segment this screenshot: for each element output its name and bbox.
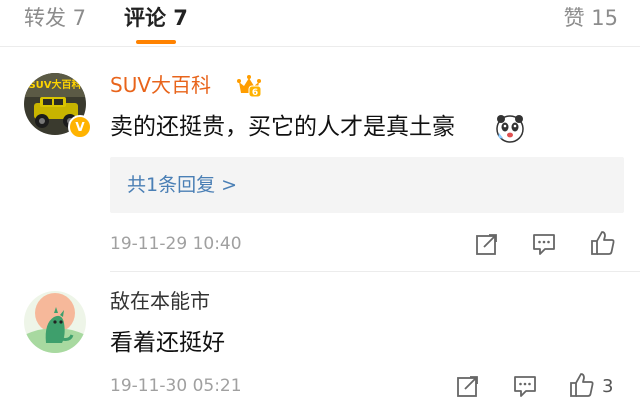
- view-replies-link[interactable]: 共1条回复 >: [127, 172, 237, 198]
- svg-text:6: 6: [252, 88, 258, 98]
- comment-timestamp: 19-11-29 10:40: [110, 234, 242, 254]
- comment-divider: [110, 271, 640, 272]
- tab-likes[interactable]: 赞 15: [564, 4, 618, 32]
- tab-comments[interactable]: 评论 7: [124, 4, 188, 32]
- vip-crown-icon: 6: [237, 75, 262, 98]
- comment-icon[interactable]: [531, 231, 557, 257]
- svg-text:SUV大百科: SUV大百科: [28, 78, 81, 91]
- username[interactable]: 敌在本能市: [110, 288, 210, 314]
- comment-page: 转发 7 评论 7 赞 15 SUV大百科 V SUV大百科 6 卖的还挺贵，买…: [0, 0, 640, 400]
- comment-timestamp: 19-11-30 05:21: [110, 376, 242, 396]
- username[interactable]: SUV大百科: [110, 72, 211, 98]
- avatar-image: [24, 291, 86, 353]
- share-icon[interactable]: [455, 373, 481, 399]
- like-count: 3: [602, 376, 614, 397]
- like-icon[interactable]: [568, 371, 596, 399]
- share-icon[interactable]: [474, 231, 500, 257]
- comment-icon[interactable]: [512, 373, 538, 399]
- active-tab-indicator: [136, 40, 176, 44]
- tab-bar: 转发 7 评论 7 赞 15: [0, 0, 640, 47]
- like-icon[interactable]: [589, 229, 617, 257]
- reply-summary-box: 共1条回复 >: [110, 157, 624, 213]
- tab-reposts[interactable]: 转发 7: [24, 4, 86, 32]
- comment-text: 卖的还挺贵，买它的人才是真土豪: [110, 114, 455, 140]
- verified-badge: V: [68, 115, 92, 139]
- comment-text: 看着还挺好: [110, 330, 225, 356]
- avatar[interactable]: [24, 291, 86, 353]
- panda-face-icon: [496, 115, 524, 143]
